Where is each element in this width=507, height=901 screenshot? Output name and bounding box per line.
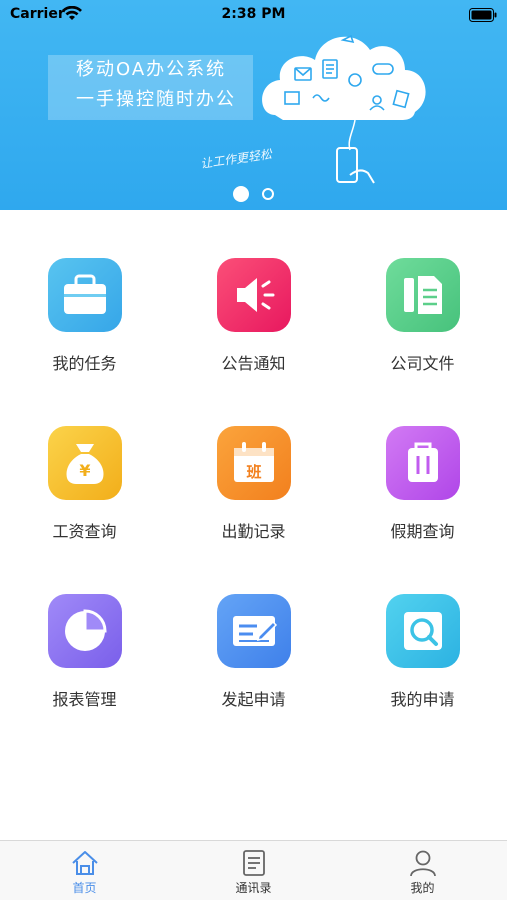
tab-label: 我的 [410,881,435,895]
cloud-illustration-icon [262,34,426,184]
edit-form-icon [217,594,291,668]
document-icon [386,258,460,332]
grid-item-holiday[interactable]: 假期查询 [338,378,507,546]
grid-item-salary[interactable]: ¥ 工资查询 [0,378,169,546]
luggage-icon [386,426,460,500]
briefcase-icon [48,258,122,332]
battery-icon [469,8,497,22]
grid-label: 假期查询 [390,522,455,541]
grid-label: 我的任务 [52,354,117,373]
grid-item-announcements[interactable]: 公告通知 [169,210,338,378]
profile-icon [410,850,436,877]
grid-label: 工资查询 [52,522,117,541]
grid-item-my-requests[interactable]: 我的申请 [338,546,507,714]
grid-label: 报表管理 [52,690,117,709]
contacts-list-icon [243,850,265,876]
slogan-line-1: 移动OA办公系统 [76,59,227,80]
carousel-dot-2[interactable] [262,187,275,200]
grid-item-company-files[interactable]: 公司文件 [338,210,507,378]
speaker-icon [217,258,291,332]
banner-carousel[interactable]: Carrier 2:38 PM 移动OA办公系统 一手操控随时办公 让工作更轻松 [0,0,507,210]
grid-item-my-tasks[interactable]: 我的任务 [0,210,169,378]
grid-label: 公司文件 [390,354,455,373]
svg-text:¥: ¥ [79,461,90,480]
home-icon [72,851,98,875]
grid-label: 我的申请 [390,690,455,709]
grid-label: 发起申请 [221,690,286,709]
bottom-tab-bar: 首页 通讯录 我的 [0,840,507,900]
grid-item-reports[interactable]: 报表管理 [0,546,169,714]
tab-label: 首页 [72,881,97,895]
tab-contacts[interactable]: 通讯录 [169,841,338,901]
grid-item-submit-request[interactable]: 发起申请 [169,546,338,714]
tab-label: 通讯录 [235,881,272,895]
calendar-shift-icon: 班 [217,426,291,500]
carousel-indicator[interactable] [0,183,507,202]
tab-home[interactable]: 首页 [0,841,169,901]
grid-label: 公告通知 [221,354,286,373]
banner-slogan: 移动OA办公系统 一手操控随时办公 [48,55,253,120]
grid-item-attendance[interactable]: 班 出勤记录 [169,378,338,546]
tab-mine[interactable]: 我的 [338,841,507,901]
carousel-dot-1[interactable] [232,185,249,202]
money-bag-icon: ¥ [48,426,122,500]
grid-label: 出勤记录 [221,522,286,541]
search-document-icon [386,594,460,668]
svg-text:班: 班 [246,463,261,481]
pie-chart-icon [48,594,122,668]
slogan-line-2: 一手操控随时办公 [76,89,236,110]
